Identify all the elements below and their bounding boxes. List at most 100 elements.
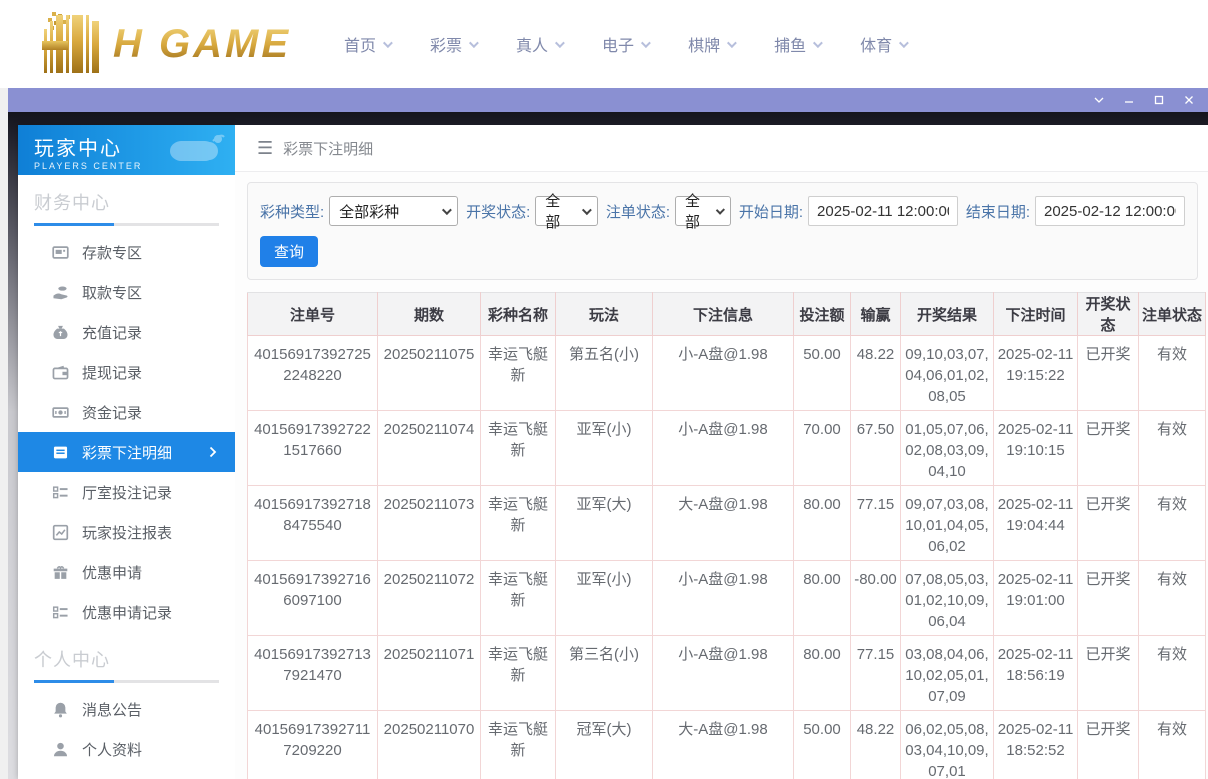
site-header: H GAME 首页 彩票 真人 电子 棋牌 捕鱼 体育 (0, 0, 1208, 88)
sidebar-item-promo-apply[interactable]: 优惠申请 (18, 552, 235, 592)
chevron-down-icon (582, 205, 592, 215)
table-cell: 小-A盘@1.98 (653, 336, 794, 411)
promo-apply-icon (52, 564, 69, 581)
menu-toggle-icon[interactable]: ☰ (257, 138, 273, 159)
lottery-type-select[interactable]: 全部彩种 (329, 196, 458, 226)
section-title-finance-center: 财务中心 (34, 189, 219, 215)
table-cell: 06,02,05,08,03,04,10,09,07,01 (901, 711, 994, 779)
table-cell: 20250211071 (378, 636, 481, 711)
table-row: 40156917392711720922020250211070幸运飞艇新冠军(… (248, 711, 1206, 779)
sidebar-sections: 财务中心存款专区取款专区充值记录提现记录资金记录彩票下注明细厅室投注记录玩家投注… (18, 189, 235, 779)
table-body: 40156917392725224822020250211075幸运飞艇新第五名… (248, 336, 1206, 779)
order-status-select[interactable]: 全部 (675, 196, 731, 226)
table-cell: 48.22 (851, 336, 901, 411)
column-header-8: 下注时间 (994, 293, 1078, 336)
table-cell: 有效 (1139, 636, 1206, 711)
table-cell: 01,05,07,06,02,08,03,09,04,10 (901, 411, 994, 486)
nav-item-slots[interactable]: 电子 (602, 32, 648, 56)
hall-bet-records-icon (52, 484, 69, 501)
sidebar-item-deposit-zone[interactable]: 存款专区 (18, 232, 235, 272)
breadcrumb: ☰ 彩票下注明细 (235, 125, 1208, 172)
logo[interactable]: H GAME (0, 0, 330, 88)
sidebar-item-notices[interactable]: 消息公告 (18, 689, 235, 729)
sidebar-item-profile[interactable]: 个人资料 (18, 729, 235, 769)
sidebar-item-change-password[interactable]: 修改密码 (18, 769, 235, 779)
table-cell: 已开奖 (1078, 561, 1139, 636)
table-cell: 2025-02-11 19:01:00 (994, 561, 1078, 636)
sidebar: 玩家中心 PLAYERS CENTER 财务中心存款专区取款专区充值记录提现记录… (18, 125, 235, 779)
sidebar-item-withdrawal-records[interactable]: 提现记录 (18, 352, 235, 392)
sidebar-item-player-bet-report[interactable]: 玩家投注报表 (18, 512, 235, 552)
table-cell: 20250211073 (378, 486, 481, 561)
table-cell: 大-A盘@1.98 (653, 711, 794, 779)
table-row: 40156917392716609710020250211072幸运飞艇新亚军(… (248, 561, 1206, 636)
sidebar-item-funds-records[interactable]: 资金记录 (18, 392, 235, 432)
table-cell: 2025-02-11 18:56:19 (994, 636, 1078, 711)
sidebar-item-label: 厅室投注记录 (82, 482, 172, 503)
table-cell: 幸运飞艇新 (481, 711, 556, 779)
table-cell: 冠军(大) (556, 711, 653, 779)
filter-panel: 彩种类型: 全部彩种 开奖状态: 全部 注单状态: 全部 开始日 (247, 182, 1198, 280)
table-cell: 已开奖 (1078, 336, 1139, 411)
table-cell: 亚军(大) (556, 486, 653, 561)
window-close-icon[interactable] (1182, 93, 1196, 107)
start-date-input[interactable] (808, 196, 958, 226)
table-cell: 已开奖 (1078, 711, 1139, 779)
table-row: 40156917392725224822020250211075幸运飞艇新第五名… (248, 336, 1206, 411)
query-button[interactable]: 查询 (260, 236, 318, 267)
table-cell: 2025-02-11 19:15:22 (994, 336, 1078, 411)
column-header-4: 下注信息 (653, 293, 794, 336)
sidebar-item-lottery-bet-details[interactable]: 彩票下注明细 (18, 432, 235, 472)
draw-status-select[interactable]: 全部 (535, 196, 598, 226)
logo-barcode-h (44, 15, 99, 73)
table-cell: 已开奖 (1078, 411, 1139, 486)
nav-item-lottery[interactable]: 彩票 (430, 32, 476, 56)
sidebar-item-label: 消息公告 (82, 699, 142, 720)
table-cell: 已开奖 (1078, 636, 1139, 711)
column-header-5: 投注额 (794, 293, 851, 336)
window-dropdown-icon[interactable] (1092, 93, 1106, 107)
table-cell: 80.00 (794, 636, 851, 711)
table-cell: 401569173927221517660 (248, 411, 378, 486)
lottery-bet-details-icon (52, 444, 69, 461)
logo-text: H GAME (113, 22, 291, 67)
table-row: 40156917392718847554020250211073幸运飞艇新亚军(… (248, 486, 1206, 561)
page-title: 彩票下注明细 (283, 138, 373, 159)
order-status-value: 全部 (685, 190, 708, 232)
end-date-input[interactable] (1035, 196, 1185, 226)
sidebar-item-promo-apply-records[interactable]: 优惠申请记录 (18, 592, 235, 632)
sidebar-item-recharge-records[interactable]: 充值记录 (18, 312, 235, 352)
sidebar-item-label: 个人资料 (82, 739, 142, 760)
table-cell: 2025-02-11 18:52:52 (994, 711, 1078, 779)
sidebar-item-label: 提现记录 (82, 362, 142, 383)
table-cell: 有效 (1139, 711, 1206, 779)
window-maximize-icon[interactable] (1152, 93, 1166, 107)
sidebar-item-hall-bet-records[interactable]: 厅室投注记录 (18, 472, 235, 512)
table-cell: 20250211070 (378, 711, 481, 779)
nav-item-live[interactable]: 真人 (516, 32, 562, 56)
table-cell: 03,08,04,06,10,02,05,01,07,09 (901, 636, 994, 711)
table-cell: 幸运飞艇新 (481, 336, 556, 411)
window-minimize-icon[interactable] (1122, 93, 1136, 107)
nav-item-sports[interactable]: 体育 (860, 32, 906, 56)
table-cell: 77.15 (851, 636, 901, 711)
table-cell: 有效 (1139, 336, 1206, 411)
nav-item-home[interactable]: 首页 (344, 32, 390, 56)
nav-item-cards[interactable]: 棋牌 (688, 32, 734, 56)
sidebar-item-label: 充值记录 (82, 322, 142, 343)
start-date-label: 开始日期: (739, 201, 803, 222)
section-divider (34, 223, 219, 226)
table-row: 40156917392713792147020250211071幸运飞艇新第三名… (248, 636, 1206, 711)
player-bet-report-icon (52, 524, 69, 541)
draw-status-label: 开奖状态: (466, 201, 530, 222)
lottery-type-label: 彩种类型: (260, 201, 324, 222)
sidebar-header: 玩家中心 PLAYERS CENTER (18, 125, 235, 175)
sidebar-item-withdraw-zone[interactable]: 取款专区 (18, 272, 235, 312)
chevron-down-icon (813, 38, 823, 48)
nav-item-label: 真人 (516, 32, 548, 56)
table-cell: 第五名(小) (556, 336, 653, 411)
section-title-personal-center: 个人中心 (34, 646, 219, 672)
nav-item-fishing[interactable]: 捕鱼 (774, 32, 820, 56)
filter-row: 彩种类型: 全部彩种 开奖状态: 全部 注单状态: 全部 开始日 (260, 196, 1185, 226)
table-cell: 20250211075 (378, 336, 481, 411)
